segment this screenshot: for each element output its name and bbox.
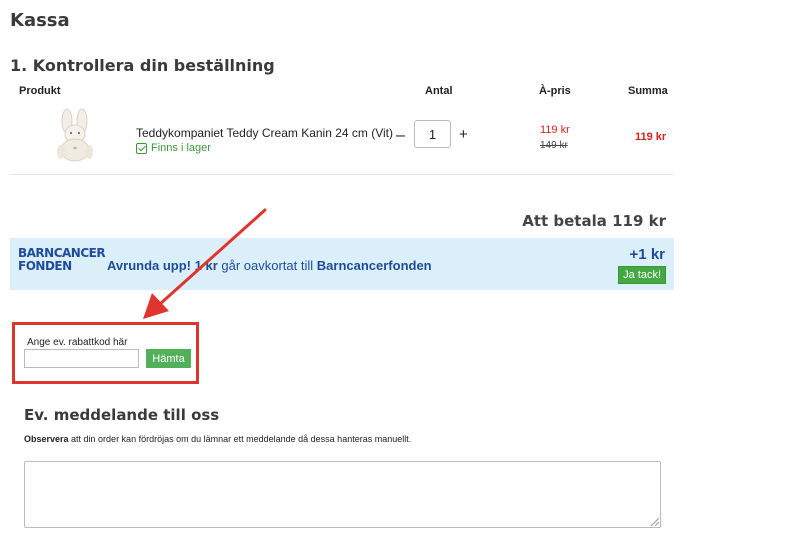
column-header-sum: Summa xyxy=(628,85,668,97)
message-note-bold: Observera xyxy=(24,434,69,444)
order-section-title: 1. Kontrollera din beställning xyxy=(10,56,275,75)
unit-price: 119 kr xyxy=(540,124,570,136)
charity-accept-button[interactable]: Ja tack! xyxy=(618,266,666,284)
message-textarea[interactable] xyxy=(24,461,661,528)
row-sum: 119 kr xyxy=(635,131,667,143)
coupon-code-input[interactable] xyxy=(24,349,139,368)
resize-handle-icon[interactable] xyxy=(651,518,659,526)
row-divider xyxy=(10,174,674,175)
charity-amount: +1 kr xyxy=(629,246,665,263)
stock-label: Finns i lager xyxy=(151,142,211,154)
checkbox-icon xyxy=(136,142,147,154)
stock-status: Finns i lager xyxy=(136,142,211,154)
logo-line-2: FONDEN xyxy=(18,259,72,273)
column-header-unit-price: À-pris xyxy=(539,85,571,97)
barncancerfonden-logo: BARNCANCER FONDEN xyxy=(18,247,106,273)
product-image[interactable] xyxy=(50,108,100,162)
order-total: Att betala 119 kr xyxy=(522,212,666,230)
old-price: 149 kr xyxy=(540,140,568,151)
column-header-quantity: Antal xyxy=(425,85,453,97)
message-note-text: att din order kan fördröjas om du lämnar… xyxy=(68,434,412,444)
coupon-highlight-box: Ange ev. rabattkod här Hämta xyxy=(12,322,199,384)
coupon-label: Ange ev. rabattkod här xyxy=(27,337,128,348)
charity-round-up-text: Avrunda upp! 1 kr xyxy=(107,258,218,273)
charity-banner: BARNCANCER FONDEN Avrunda upp! 1 kr går … xyxy=(10,238,674,290)
column-header-product: Produkt xyxy=(19,85,61,97)
page-title: Kassa xyxy=(10,10,70,31)
product-name[interactable]: Teddykompaniet Teddy Cream Kanin 24 cm (… xyxy=(136,126,393,140)
charity-mid-text: går oavkortat till xyxy=(217,258,317,273)
quantity-decrease-button[interactable]: – xyxy=(396,127,405,145)
message-note: Observera att din order kan fördröjas om… xyxy=(24,434,411,444)
charity-text: Avrunda upp! 1 kr går oavkortat till Bar… xyxy=(107,258,432,273)
coupon-apply-button[interactable]: Hämta xyxy=(146,349,191,368)
message-section-title: Ev. meddelande till oss xyxy=(24,406,220,424)
quantity-increase-button[interactable]: + xyxy=(459,126,468,143)
quantity-input[interactable] xyxy=(414,120,451,148)
charity-org-name: Barncancerfonden xyxy=(316,258,432,273)
